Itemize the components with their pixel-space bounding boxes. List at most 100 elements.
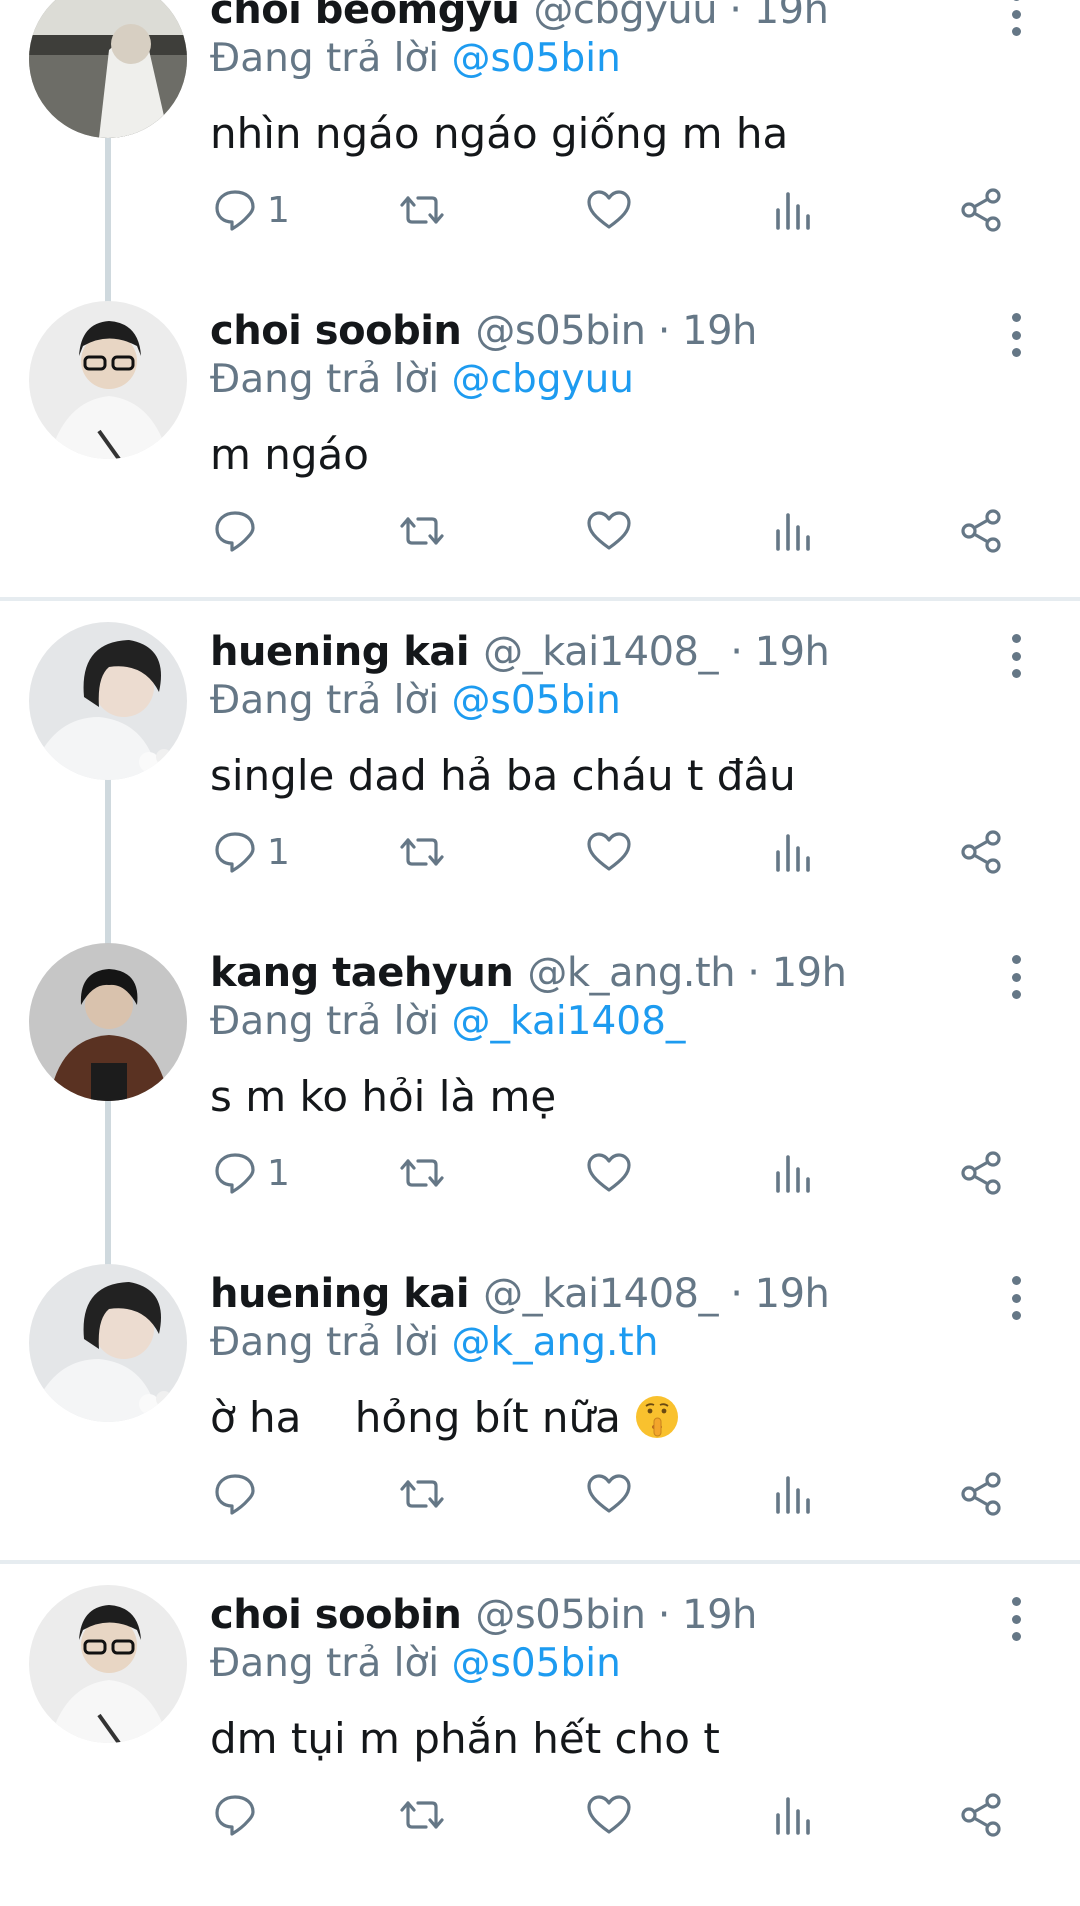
display-name[interactable]: choi soobin <box>210 1592 462 1638</box>
reply-icon <box>215 190 255 231</box>
like-button[interactable] <box>585 180 633 240</box>
user-handle[interactable]: @_kai1408_ <box>483 1271 718 1317</box>
mention-link[interactable]: @s05bin <box>452 678 621 723</box>
share-icon <box>961 1472 1001 1516</box>
avatar[interactable] <box>29 1264 187 1422</box>
timestamp[interactable]: 19h <box>754 0 829 33</box>
more-options-icon[interactable] <box>1004 955 1028 999</box>
like-button[interactable] <box>585 1143 633 1203</box>
reply-button[interactable]: 1 <box>211 822 290 882</box>
views-icon <box>776 1797 810 1835</box>
share-button[interactable] <box>957 822 1005 882</box>
retweet-button[interactable] <box>398 1785 446 1845</box>
user-handle[interactable]: @s05bin <box>475 308 646 354</box>
mention-link[interactable]: @_kai1408_ <box>452 999 686 1044</box>
tweet-text: s m ko hỏi là mẹ <box>210 1072 557 1121</box>
user-handle[interactable]: @cbgyuu <box>533 0 717 33</box>
reply-tweet[interactable]: huening kai @_kai1408_ · 19h Đang trả lời… <box>0 622 1080 943</box>
share-button[interactable] <box>957 1464 1005 1524</box>
display-name[interactable]: choi soobin <box>210 308 462 354</box>
views-button[interactable] <box>770 1143 818 1203</box>
replying-to-line: Đang trả lời @cbgyuu <box>210 353 634 407</box>
reply-tweet[interactable]: choi soobin @s05bin · 19h Đang trả lời @s… <box>0 1585 1080 1906</box>
reply-tweet[interactable]: huening kai @_kai1408_ · 19h Đang trả lời… <box>0 1264 1080 1585</box>
mention-link[interactable]: @k_ang.th <box>452 1320 659 1365</box>
separator-dot: · <box>717 0 754 33</box>
retweet-button[interactable] <box>398 1143 446 1203</box>
shushing-face-emoji-icon <box>636 1396 679 1438</box>
replying-label: Đang trả lời <box>210 999 452 1044</box>
views-button[interactable] <box>770 1464 818 1524</box>
share-icon <box>961 1793 1001 1837</box>
share-button[interactable] <box>957 501 1005 561</box>
like-button[interactable] <box>585 1464 633 1524</box>
retweet-button[interactable] <box>398 501 446 561</box>
action-bar <box>0 1464 1080 1524</box>
avatar[interactable] <box>29 301 187 459</box>
more-options-icon[interactable] <box>1004 1597 1028 1641</box>
mention-link[interactable]: @cbgyuu <box>452 357 634 402</box>
share-button[interactable] <box>957 1143 1005 1203</box>
timestamp[interactable]: 19h <box>682 1592 757 1638</box>
like-button[interactable] <box>585 822 633 882</box>
share-button[interactable] <box>957 180 1005 240</box>
reply-tweet[interactable]: choi beomgyu @cbgyuu · 19h Đang trả lời @… <box>0 0 1080 301</box>
reply-button[interactable]: 1 <box>211 180 290 240</box>
more-options-icon[interactable] <box>1004 634 1028 678</box>
views-button[interactable] <box>770 1785 818 1845</box>
mention-link[interactable]: @s05bin <box>452 1641 621 1686</box>
replying-to-line: Đang trả lời @s05bin <box>210 674 621 728</box>
views-button[interactable] <box>770 180 818 240</box>
user-handle[interactable]: @k_ang.th <box>527 950 735 996</box>
views-button[interactable] <box>770 822 818 882</box>
mention-link[interactable]: @s05bin <box>452 36 621 81</box>
more-options-icon[interactable] <box>1004 0 1028 36</box>
like-button[interactable] <box>585 501 633 561</box>
separator-dot: · <box>645 1592 683 1638</box>
avatar-image <box>29 301 187 459</box>
action-bar: 1 <box>0 180 1080 240</box>
reply-tweet[interactable]: kang taehyun @k_ang.th · 19h Đang trả lời… <box>0 943 1080 1264</box>
reply-icon <box>215 511 255 552</box>
replying-label: Đang trả lời <box>210 1641 452 1686</box>
more-options-icon[interactable] <box>1004 1276 1028 1320</box>
avatar[interactable] <box>29 0 187 138</box>
timestamp[interactable]: 19h <box>772 950 847 996</box>
avatar[interactable] <box>29 622 187 780</box>
reply-button[interactable] <box>211 501 267 561</box>
reply-icon <box>215 1153 255 1194</box>
action-bar <box>0 501 1080 561</box>
reply-button[interactable] <box>211 1785 267 1845</box>
replying-label: Đang trả lời <box>210 678 452 723</box>
like-icon <box>587 832 631 871</box>
like-icon <box>587 1795 631 1834</box>
timestamp[interactable]: 19h <box>755 1271 830 1317</box>
views-button[interactable] <box>770 501 818 561</box>
display-name[interactable]: huening kai <box>210 1271 470 1317</box>
retweet-button[interactable] <box>398 822 446 882</box>
retweet-button[interactable] <box>398 1464 446 1524</box>
replying-to-line: Đang trả lời @k_ang.th <box>210 1316 658 1370</box>
retweet-button[interactable] <box>398 180 446 240</box>
display-name[interactable]: kang taehyun <box>210 950 514 996</box>
display-name[interactable]: choi beomgyu <box>210 0 520 33</box>
retweet-icon <box>400 838 444 866</box>
reply-count: 1 <box>267 189 290 231</box>
action-bar: 1 <box>0 822 1080 882</box>
like-button[interactable] <box>585 1785 633 1845</box>
user-handle[interactable]: @s05bin <box>475 1592 646 1638</box>
avatar[interactable] <box>29 943 187 1101</box>
timestamp[interactable]: 19h <box>682 308 757 354</box>
avatar[interactable] <box>29 1585 187 1743</box>
more-options-icon[interactable] <box>1004 313 1028 357</box>
reply-button[interactable]: 1 <box>211 1143 290 1203</box>
reply-tweet[interactable]: choi soobin @s05bin · 19h Đang trả lời @c… <box>0 301 1080 622</box>
replying-label: Đang trả lời <box>210 357 452 402</box>
reply-button[interactable] <box>211 1464 267 1524</box>
timestamp[interactable]: 19h <box>755 629 830 675</box>
like-icon <box>587 1474 631 1513</box>
avatar-image <box>29 1264 187 1422</box>
display-name[interactable]: huening kai <box>210 629 470 675</box>
user-handle[interactable]: @_kai1408_ <box>483 629 718 675</box>
share-button[interactable] <box>957 1785 1005 1845</box>
